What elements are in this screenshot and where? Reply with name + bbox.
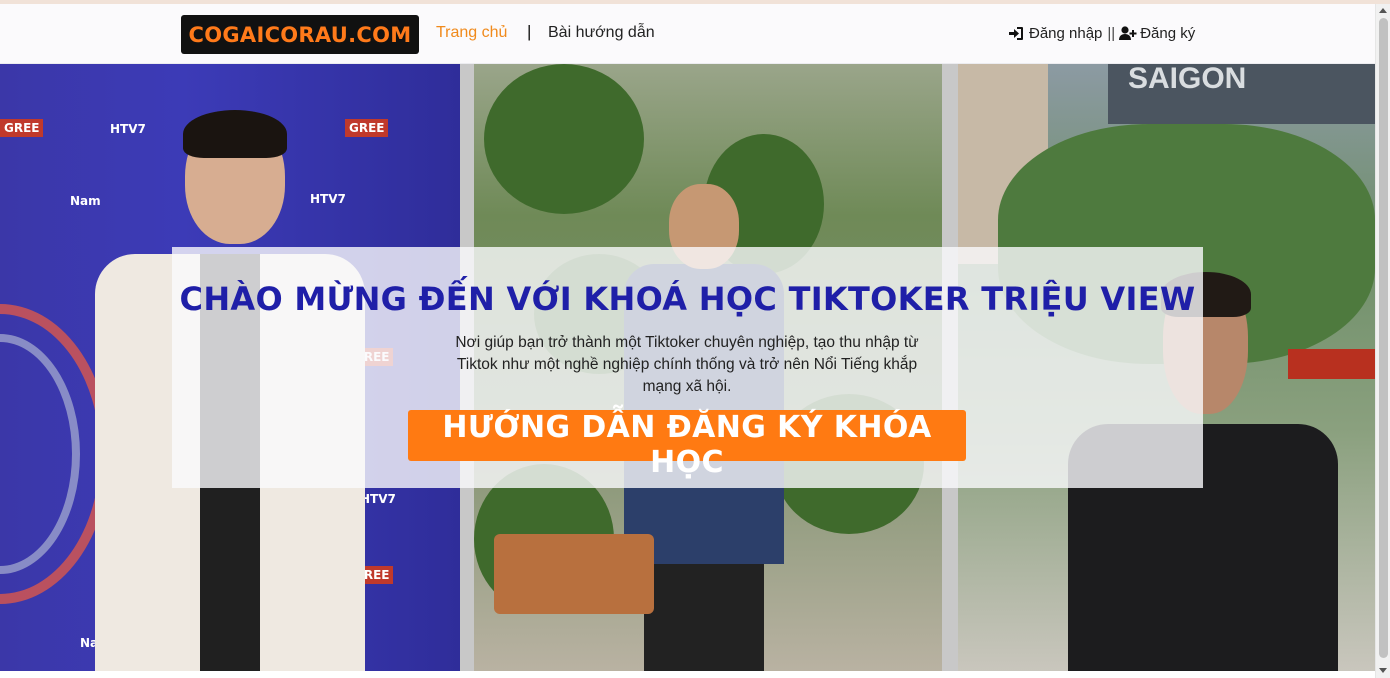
- register-guide-button[interactable]: HƯỚNG DẪN ĐĂNG KÝ KHÓA HỌC: [408, 410, 966, 480]
- scroll-thumb[interactable]: [1379, 18, 1388, 658]
- hero-subtitle: Nơi giúp bạn trở thành một Tiktoker chuy…: [455, 334, 919, 395]
- hero-section: HTV7 GREE GREE HTV7 Nam GREE HTV7 GREE H…: [0, 64, 1375, 671]
- auth-divider: ||: [1107, 25, 1116, 42]
- register-link[interactable]: Đăng ký: [1140, 25, 1195, 42]
- site-logo[interactable]: COGAICORAU.COM: [181, 15, 419, 54]
- login-link[interactable]: Đăng nhập: [1029, 25, 1102, 42]
- logo-text: COGAICORAU.COM: [188, 22, 412, 47]
- nav-guide-link[interactable]: Bài hướng dẫn: [548, 24, 655, 42]
- scroll-up-icon[interactable]: [1379, 8, 1387, 13]
- hero-title: CHÀO MỪNG ĐẾN VỚI KHOÁ HỌC TIKTOKER TRIỆ…: [179, 280, 1196, 318]
- user-plus-icon: [1119, 25, 1137, 42]
- page-bottom: [0, 671, 1375, 678]
- navbar: COGAICORAU.COM Trang chủ | Bài hướng dẫn…: [0, 4, 1375, 64]
- sign-in-icon: [1008, 26, 1026, 42]
- hero-overlay: CHÀO MỪNG ĐẾN VỚI KHOÁ HỌC TIKTOKER TRIỆ…: [172, 247, 1203, 488]
- scroll-down-icon[interactable]: [1379, 668, 1387, 673]
- vertical-scrollbar[interactable]: [1375, 4, 1390, 678]
- nav-home-link[interactable]: Trang chủ: [436, 24, 507, 42]
- nav-separator: |: [527, 22, 532, 41]
- auth-links: Đăng nhập || Đăng ký: [1008, 25, 1195, 42]
